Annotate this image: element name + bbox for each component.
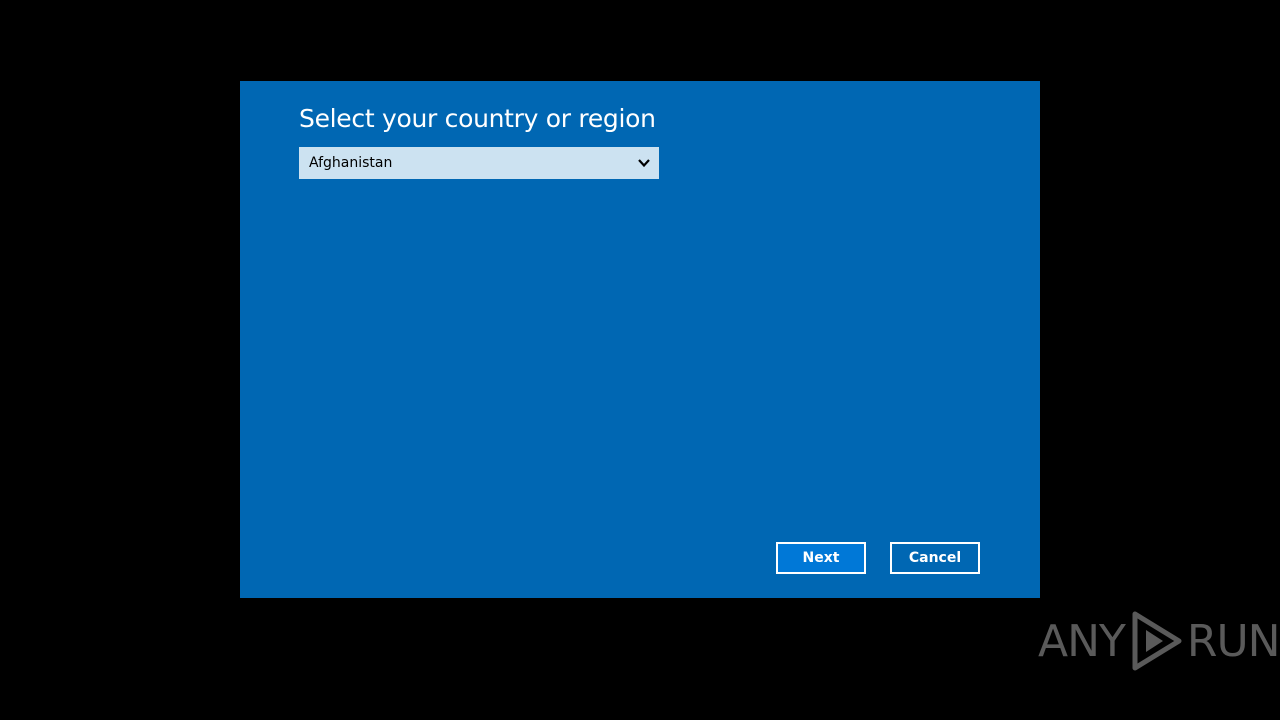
next-button[interactable]: Next — [776, 542, 866, 574]
play-logo-icon — [1132, 611, 1182, 671]
region-setup-dialog: Select your country or region Afghanista… — [240, 81, 1040, 598]
selected-country-value: Afghanistan — [309, 155, 393, 171]
anyrun-watermark: ANY RUN — [1038, 608, 1280, 674]
watermark-text-any: ANY — [1038, 615, 1126, 667]
cancel-button[interactable]: Cancel — [890, 542, 980, 574]
screen: Select your country or region Afghanista… — [0, 0, 1280, 720]
watermark-text-run: RUN — [1186, 615, 1280, 667]
country-region-dropdown[interactable]: Afghanistan — [299, 147, 659, 179]
dialog-title: Select your country or region — [299, 104, 656, 133]
chevron-down-icon — [638, 159, 650, 168]
